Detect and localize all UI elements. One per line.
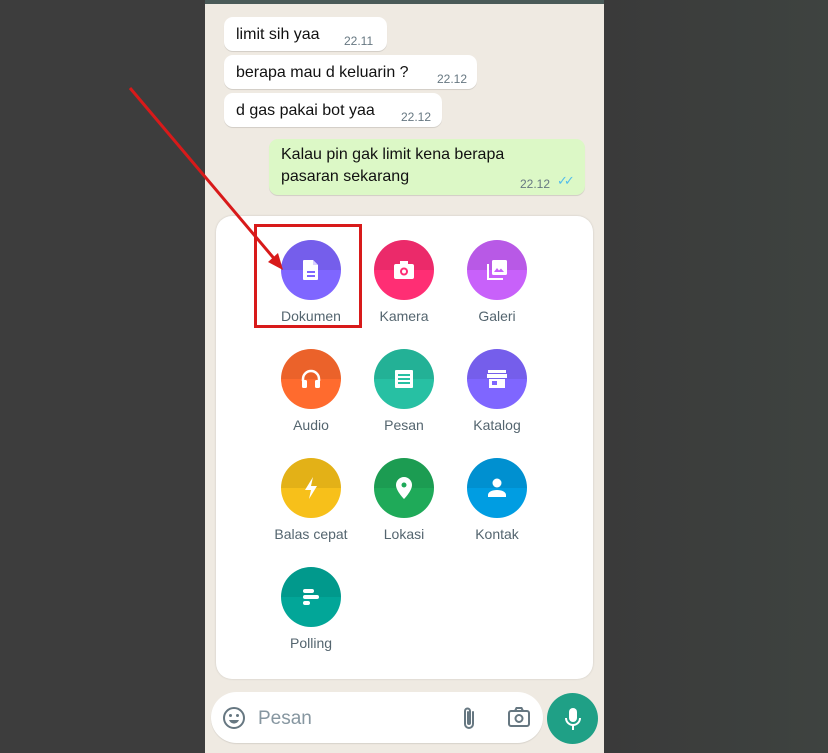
attach-pesan[interactable]: Pesan — [354, 349, 454, 433]
lightning-icon — [305, 477, 317, 499]
voice-record-button[interactable] — [547, 693, 598, 744]
poll-icon — [303, 589, 319, 605]
attach-kamera[interactable]: Kamera — [354, 240, 454, 324]
camera-icon[interactable] — [507, 706, 531, 728]
document-icon — [303, 260, 318, 280]
attach-label: Galeri — [478, 308, 516, 324]
message-text: Kalau pin gak limit kena berapa pasaran … — [281, 146, 505, 185]
location-pin-icon — [396, 477, 412, 499]
attach-label: Polling — [289, 635, 333, 651]
top-bar — [205, 0, 604, 4]
contact-person-icon — [488, 478, 506, 497]
message-text: berapa mau d keluarin ? — [236, 64, 409, 81]
message-input[interactable]: Pesan — [258, 708, 312, 730]
message-text: limit sih yaa — [236, 26, 320, 43]
attach-polling[interactable]: Polling — [261, 567, 361, 651]
attach-label: Balas cepat — [274, 526, 348, 542]
attach-kontak[interactable]: Kontak — [447, 458, 547, 542]
attach-galeri[interactable]: Galeri — [447, 240, 547, 324]
message-time: 22.11 — [344, 34, 374, 48]
message-input-bar[interactable]: Pesan — [211, 692, 543, 743]
message-outgoing[interactable]: Kalau pin gak limit kena berapa pasaran … — [269, 139, 585, 195]
attach-lokasi[interactable]: Lokasi — [354, 458, 454, 542]
message-time: 22.12 — [401, 110, 432, 124]
attach-label: Audio — [293, 417, 329, 433]
storefront-icon — [487, 370, 507, 388]
attach-label: Pesan — [384, 417, 424, 433]
attach-balas-cepat[interactable]: Balas cepat — [261, 458, 361, 542]
attach-label: Kontak — [475, 526, 519, 542]
paperclip-icon[interactable] — [461, 705, 477, 731]
attach-audio[interactable]: Audio — [261, 349, 361, 433]
read-receipt-icon: ✓✓ — [557, 173, 575, 188]
attach-label: Lokasi — [383, 526, 425, 542]
microphone-icon — [564, 707, 581, 730]
message-time: 22.12 — [437, 72, 468, 86]
attach-label: Kamera — [379, 308, 429, 324]
gallery-icon — [487, 260, 507, 280]
message-text: d gas pakai bot yaa — [236, 102, 375, 119]
emoji-icon[interactable] — [222, 706, 246, 730]
message-incoming[interactable]: limit sih yaa 22.11 — [224, 17, 387, 51]
message-time: 22.12 — [520, 177, 551, 191]
phone-screen: limit sih yaa 22.11 berapa mau d keluari… — [205, 0, 604, 753]
camera-icon — [394, 261, 414, 279]
message-incoming[interactable]: berapa mau d keluarin ? 22.12 — [224, 55, 477, 89]
attach-katalog[interactable]: Katalog — [447, 349, 547, 433]
background-right — [604, 0, 828, 753]
headphones-icon — [301, 369, 321, 388]
attach-label: Katalog — [473, 417, 521, 433]
message-incoming[interactable]: d gas pakai bot yaa 22.12 — [224, 93, 442, 127]
message-template-icon — [395, 370, 413, 388]
